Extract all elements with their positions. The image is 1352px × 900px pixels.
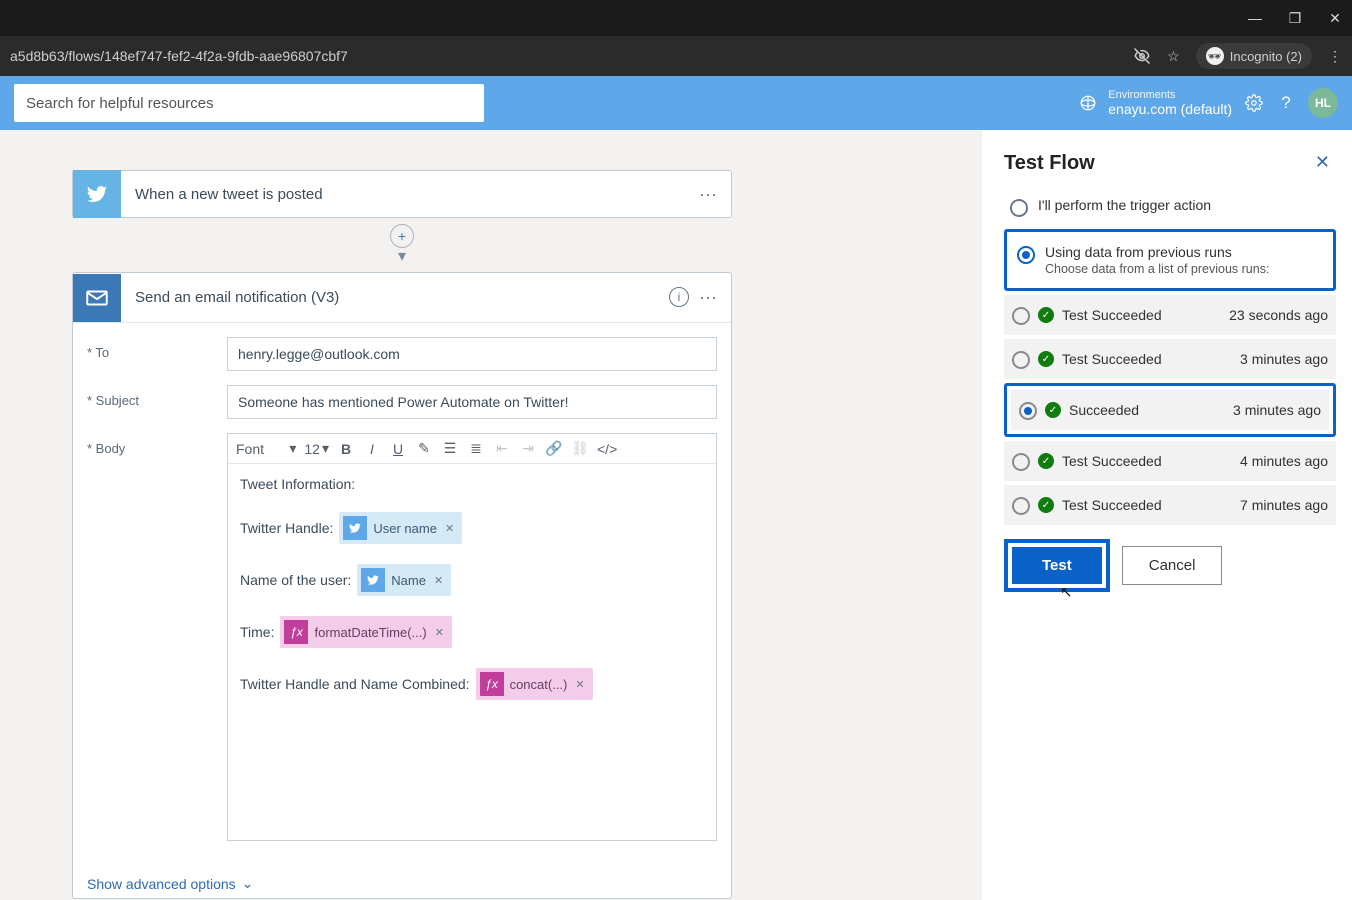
radio-icon: [1012, 307, 1030, 325]
brush-icon[interactable]: ✎: [415, 440, 433, 457]
info-icon[interactable]: i: [669, 287, 689, 307]
token-user-name[interactable]: User name✕: [339, 512, 462, 544]
environment-icon: [1078, 93, 1098, 113]
trigger-title: When a new tweet is posted: [121, 186, 699, 203]
size-select[interactable]: 12 ▾: [304, 440, 329, 457]
highlight-selected-run: ✓ Succeeded 3 minutes ago: [1004, 383, 1336, 437]
test-button[interactable]: Test: [1012, 547, 1102, 584]
numbered-list-icon[interactable]: ≣: [467, 440, 485, 457]
fx-icon: ƒx: [480, 672, 504, 696]
code-view-icon[interactable]: </>: [597, 441, 615, 457]
environment-value: enayu.com (default): [1108, 101, 1232, 117]
rte-toolbar: Font ▾ 12 ▾ B I U ✎ ☰ ≣ ⇤ ⇥: [228, 434, 716, 464]
check-icon: ✓: [1045, 402, 1061, 418]
maximize-icon[interactable]: ❐: [1288, 11, 1302, 25]
underline-icon[interactable]: U: [389, 441, 407, 457]
incognito-icon: 🕶: [1206, 47, 1224, 65]
test-flow-panel: Test Flow ✕ I'll perform the trigger act…: [982, 130, 1352, 900]
step-connector: + ▾: [72, 224, 732, 266]
option-perform-trigger[interactable]: I'll perform the trigger action: [1004, 189, 1336, 225]
subject-input[interactable]: [227, 385, 717, 419]
run-item[interactable]: ✓ Test Succeeded 7 minutes ago: [1004, 485, 1336, 525]
action-header[interactable]: Send an email notification (V3) i ···: [73, 273, 731, 323]
italic-icon[interactable]: I: [363, 441, 381, 457]
action-title: Send an email notification (V3): [121, 289, 669, 306]
run-item[interactable]: ✓ Test Succeeded 3 minutes ago: [1004, 339, 1336, 379]
star-icon[interactable]: ☆: [1167, 48, 1180, 65]
check-icon: ✓: [1038, 307, 1054, 323]
trigger-card[interactable]: When a new tweet is posted ···: [72, 170, 732, 218]
radio-icon: [1012, 351, 1030, 369]
url-text[interactable]: a5d8b63/flows/148ef747-fef2-4f2a-9fdb-aa…: [10, 48, 1123, 64]
indent-icon[interactable]: ⇥: [519, 440, 537, 457]
to-label: * To: [87, 337, 227, 360]
twitter-icon: [343, 516, 367, 540]
radio-icon: [1012, 453, 1030, 471]
body-label: * Body: [87, 433, 227, 456]
avatar[interactable]: HL: [1308, 88, 1338, 118]
bold-icon[interactable]: B: [337, 441, 355, 457]
fx-icon: ƒx: [284, 620, 308, 644]
minimize-icon[interactable]: —: [1248, 11, 1262, 25]
option-previous-runs[interactable]: Using data from previous runs Choose dat…: [1011, 236, 1329, 284]
help-icon[interactable]: ?: [1276, 93, 1296, 113]
cursor-icon: ↖: [1060, 583, 1073, 601]
check-icon: ✓: [1038, 453, 1054, 469]
radio-icon: [1019, 402, 1037, 420]
radio-icon: [1012, 497, 1030, 515]
link-icon[interactable]: 🔗: [545, 440, 563, 457]
radio-icon: [1010, 199, 1028, 217]
to-input[interactable]: [227, 337, 717, 371]
browser-menu-icon[interactable]: ⋮: [1328, 48, 1342, 65]
flow-canvas[interactable]: When a new tweet is posted ··· + ▾ Send …: [0, 130, 982, 900]
close-icon[interactable]: ✕: [1328, 11, 1342, 25]
run-item[interactable]: ✓ Test Succeeded 23 seconds ago: [1004, 295, 1336, 335]
search-input[interactable]: Search for helpful resources: [14, 84, 484, 122]
cancel-button[interactable]: Cancel: [1122, 546, 1223, 585]
unlink-icon[interactable]: ⛓: [571, 440, 589, 457]
environment-label: Environments: [1108, 89, 1232, 101]
browser-addressbar: a5d8b63/flows/148ef747-fef2-4f2a-9fdb-aa…: [0, 36, 1352, 76]
eye-off-icon[interactable]: [1133, 47, 1151, 65]
add-step-button[interactable]: +: [390, 224, 414, 248]
check-icon: ✓: [1038, 351, 1054, 367]
highlight-test-button: Test: [1004, 539, 1110, 592]
environment-picker[interactable]: Environments enayu.com (default): [1078, 89, 1232, 117]
subject-label: * Subject: [87, 385, 227, 408]
run-list: ✓ Test Succeeded 23 seconds ago ✓ Test S…: [1004, 295, 1336, 525]
token-concat[interactable]: ƒx concat(...)✕: [476, 668, 593, 700]
run-item[interactable]: ✓ Succeeded 3 minutes ago: [1011, 390, 1329, 430]
token-formatdatetime[interactable]: ƒx formatDateTime(...)✕: [280, 616, 451, 648]
incognito-chip[interactable]: 🕶 Incognito (2): [1196, 43, 1312, 69]
bulleted-list-icon[interactable]: ☰: [441, 440, 459, 457]
twitter-icon: [73, 170, 121, 218]
radio-icon: [1017, 246, 1035, 264]
action-card: Send an email notification (V3) i ··· * …: [72, 272, 732, 899]
twitter-icon: [361, 568, 385, 592]
incognito-label: Incognito (2): [1230, 49, 1302, 64]
app-header: Search for helpful resources Environment…: [0, 76, 1352, 130]
outdent-icon[interactable]: ⇤: [493, 440, 511, 457]
run-item[interactable]: ✓ Test Succeeded 4 minutes ago: [1004, 441, 1336, 481]
panel-title: Test Flow: [1004, 152, 1336, 175]
show-advanced-link[interactable]: Show advanced options ⌄: [73, 865, 253, 898]
highlight-previous-runs: Using data from previous runs Choose dat…: [1004, 229, 1336, 291]
chevron-down-icon: ⌄: [242, 875, 254, 892]
check-icon: ✓: [1038, 497, 1054, 513]
gear-icon[interactable]: [1244, 93, 1264, 113]
card-menu-icon[interactable]: ···: [699, 184, 717, 205]
arrow-down-icon: ▾: [398, 246, 406, 266]
window-titlebar: — ❐ ✕: [0, 0, 1352, 36]
mail-icon: [73, 274, 121, 322]
font-select[interactable]: Font ▾: [236, 440, 296, 457]
token-name[interactable]: Name✕: [357, 564, 451, 596]
rich-text-editor: Font ▾ 12 ▾ B I U ✎ ☰ ≣ ⇤ ⇥: [227, 433, 717, 841]
card-menu-icon[interactable]: ···: [699, 287, 717, 308]
search-placeholder: Search for helpful resources: [26, 95, 214, 112]
rte-body[interactable]: Tweet Information: Twitter Handle: User …: [228, 464, 716, 840]
close-panel-icon[interactable]: ✕: [1315, 152, 1330, 173]
